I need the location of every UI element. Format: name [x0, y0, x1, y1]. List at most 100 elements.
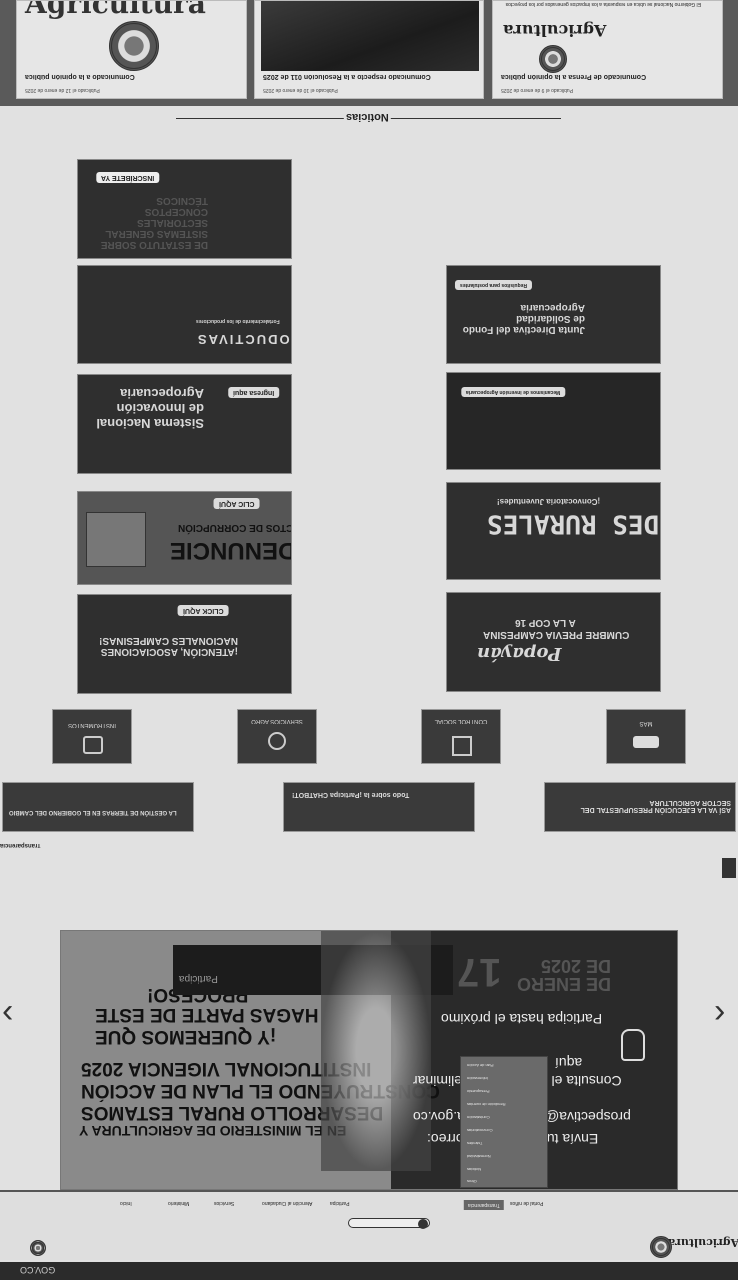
footer-nav-item[interactable]: Portal de niños	[510, 1200, 543, 1206]
dropdown-item[interactable]: Convocatorias	[467, 1128, 493, 1133]
carousel-line: HAGAS PARTE DE ESTE	[95, 1004, 319, 1025]
ministry-seal-icon	[539, 45, 567, 73]
banner-junta-directiva[interactable]: Requisitos para postulantes Junta Direct…	[446, 265, 661, 364]
carousel-prev-arrow-icon[interactable]: ‹	[2, 994, 13, 1028]
footer-nav-item[interactable]: Participa	[330, 1200, 349, 1206]
strip-label: Todo sobre la ¡Participa CHATBOT!	[292, 791, 410, 798]
footer-logo-left	[24, 1228, 48, 1256]
footer-nav-item[interactable]: Servicios	[214, 1200, 234, 1206]
carousel-line: EN EL MINISTERIO DE AGRICULTURA Y	[79, 1123, 347, 1139]
banner-text: DE ESTATUTO SOBRE SISTEMAS GENERAL SECTO…	[100, 195, 208, 250]
banner-brand: Popayán	[477, 643, 562, 664]
quick-link-label: CONTROL SOCIAL	[434, 718, 488, 724]
banner-subtitle: ¡Convocatoria Juventudes!	[497, 497, 601, 506]
banner-title: CUMBRE PREVIA CAMPESINA	[483, 629, 630, 640]
dropdown-item[interactable]: Contratación	[467, 1115, 490, 1120]
dropdown-item[interactable]: Normatividad	[467, 1154, 491, 1159]
banner-inscribete[interactable]: INSCRÍBETE YA DE ESTATUTO SOBRE SISTEMAS…	[77, 159, 292, 259]
ministry-seal-icon	[650, 1236, 672, 1258]
participa-text: Participa	[179, 973, 218, 984]
strip-label: LA GESTIÓN DE TIERRAS EN EL GOBIERNO DEL…	[9, 809, 177, 815]
person-illustration	[321, 931, 431, 1171]
quick-link-control-social[interactable]: CONTROL SOCIAL	[421, 709, 501, 764]
footer-nav-item[interactable]: Atención al Ciudadano	[262, 1200, 312, 1206]
top-news-card-3[interactable]: El Gobierno Nacional se ubica en respues…	[492, 0, 723, 99]
banner-title: Junta Directiva del Fondo de Solidaridad…	[462, 302, 585, 335]
banner-title: JUVENTUDES RURALES	[487, 508, 660, 539]
ministry-seal-icon	[109, 21, 159, 71]
banner-alianzas[interactable]: ALIANZAS PRODUCTIVAS Fortalecimiento de …	[77, 265, 292, 364]
banner-chip: Ingresa aquí	[228, 387, 280, 398]
dropdown-item[interactable]: Trámites	[467, 1141, 482, 1146]
banner-asociaciones[interactable]: ¡ATENCIÓN, ASOCIACIONES NACIONALES CAMPE…	[77, 594, 292, 694]
dropdown-item[interactable]: Otros	[467, 1179, 477, 1184]
dropdown-item[interactable]: Plan de Acción	[467, 1063, 493, 1068]
section-title: Noticias	[344, 111, 391, 123]
control-icon	[452, 736, 472, 756]
footer-nav-item[interactable]: Inicio	[120, 1200, 132, 1206]
card-caption: Comunicado de Prensa a la opinión públic…	[501, 73, 647, 80]
brand-logo-text: Agricultura	[25, 0, 206, 20]
govco-logo[interactable]: GOV.CO	[20, 1265, 55, 1275]
carousel-next-arrow-icon[interactable]: ›	[714, 994, 725, 1028]
dropdown-item[interactable]: Rendición de cuentas	[467, 1102, 505, 1107]
banner-title: DENUNCIE	[170, 537, 292, 564]
strip-ejecucion-presupuestal[interactable]: ASÍ VA LA EJECUCIÓN PRESUPUESTAL DEL SEC…	[544, 782, 736, 832]
banner-chip: Mecanismos de inversión Agropecuaria	[461, 387, 566, 397]
carousel-right-line: aquí	[555, 1055, 583, 1071]
banner-subtitle: ACTOS DE CORRUPCIÓN	[178, 522, 292, 533]
banner-chip: Requisitos para postulantes	[455, 280, 532, 290]
quick-link-mas[interactable]: MÁS	[606, 709, 686, 764]
brand-logo-text: Agricultura	[503, 21, 607, 40]
strip-chatbot[interactable]: Todo sobre la ¡Participa CHATBOT!	[283, 782, 475, 832]
banner-title: ALIANZAS PRODUCTIVAS	[196, 332, 291, 347]
instruments-icon	[83, 736, 103, 754]
dropdown-item[interactable]: Presupuesto	[467, 1089, 489, 1094]
banner-subtitle: A LA COP 16	[515, 617, 576, 628]
card-date: Publicado el 10 de enero de 2025	[263, 87, 338, 93]
banner-juventudes[interactable]: JUVENTUDES RURALES ¡Convocatoria Juventu…	[446, 482, 661, 580]
banner-chip: INSCRÍBETE YA	[96, 172, 160, 183]
search-icon[interactable]	[418, 1219, 428, 1229]
services-icon	[268, 732, 286, 750]
footer-brand: Agricultura	[668, 1236, 738, 1249]
carousel-right-line: Participa hasta el próximo	[441, 1011, 603, 1027]
ministry-seal-icon	[30, 1240, 46, 1256]
banner-chip: CLICK AQUÍ	[178, 605, 229, 616]
banner-title: Sistema Nacional de Innovación Agropecua…	[96, 385, 204, 431]
banner-sistema-innovacion[interactable]: Sistema Nacional de Innovación Agropecua…	[77, 374, 292, 474]
card-caption: Comunicado respecto a la Resolución 011 …	[263, 73, 431, 80]
top-news-card-2[interactable]: Comunicado respecto a la Resolución 011 …	[254, 0, 484, 99]
quick-link-servicios[interactable]: SERVICIOS AGRO	[237, 709, 317, 764]
banner-inversion[interactable]: Mecanismos de inversión Agropecuaria	[446, 372, 661, 470]
carousel-line: ¡Y QUEREMOS QUE	[95, 1026, 277, 1047]
quick-link-label: SERVICIOS AGRO	[251, 718, 303, 724]
footer-nav-item[interactable]: Ministerio	[168, 1200, 189, 1206]
transparencia-dropdown[interactable]: Plan de Acción Información Presupuesto R…	[460, 1056, 548, 1188]
carousel-date-number: 17	[457, 950, 502, 994]
footer-nav-item-active[interactable]: Transparencia	[464, 1200, 504, 1210]
quick-link-instrumentos[interactable]: INSTRUMENTOS	[52, 709, 132, 764]
quick-link-label: MÁS	[639, 720, 653, 726]
hero-carousel[interactable]: EN EL MINISTERIO DE AGRICULTURA Y DESARR…	[60, 930, 678, 1190]
card-date: Publicado el 9 de enero de 2025	[501, 87, 574, 93]
side-note: Transparencia	[0, 842, 41, 848]
card-date: Publicado el 12 de enero de 2025	[25, 87, 100, 93]
banner-cumbre-campesina[interactable]: Popayán CUMBRE PREVIA CAMPESINA A LA COP…	[446, 592, 661, 692]
dropdown-item[interactable]: Noticias	[467, 1167, 481, 1172]
strip-label: ASÍ VA LA EJECUCIÓN PRESUPUESTAL DEL SEC…	[580, 799, 731, 813]
govco-bar	[0, 1262, 738, 1280]
card-caption: Comunicado a la opinión pública	[25, 73, 135, 80]
strip-gestion-tierras[interactable]: LA GESTIÓN DE TIERRAS EN EL GOBIERNO DEL…	[2, 782, 194, 832]
top-news-card-1[interactable]: Agricultura Comunicado a la opinión públ…	[16, 0, 247, 99]
card-headline: El Gobierno Nacional se ubica en respues…	[505, 1, 701, 7]
quick-link-label: INSTRUMENTOS	[68, 722, 116, 728]
hand-pointer-icon	[633, 736, 659, 748]
dropdown-item[interactable]: Información	[467, 1076, 488, 1081]
banner-title: ¡ATENCIÓN, ASOCIACIONES NACIONALES CAMPE…	[99, 635, 238, 657]
news-photo	[261, 1, 479, 71]
banner-chip: CLIC AQUÍ	[214, 498, 260, 509]
accessibility-toggle[interactable]	[722, 858, 736, 878]
ballot-box-icon	[86, 512, 146, 567]
banner-denuncie[interactable]: DENUNCIE ACTOS DE CORRUPCIÓN CLIC AQUÍ	[77, 491, 292, 585]
